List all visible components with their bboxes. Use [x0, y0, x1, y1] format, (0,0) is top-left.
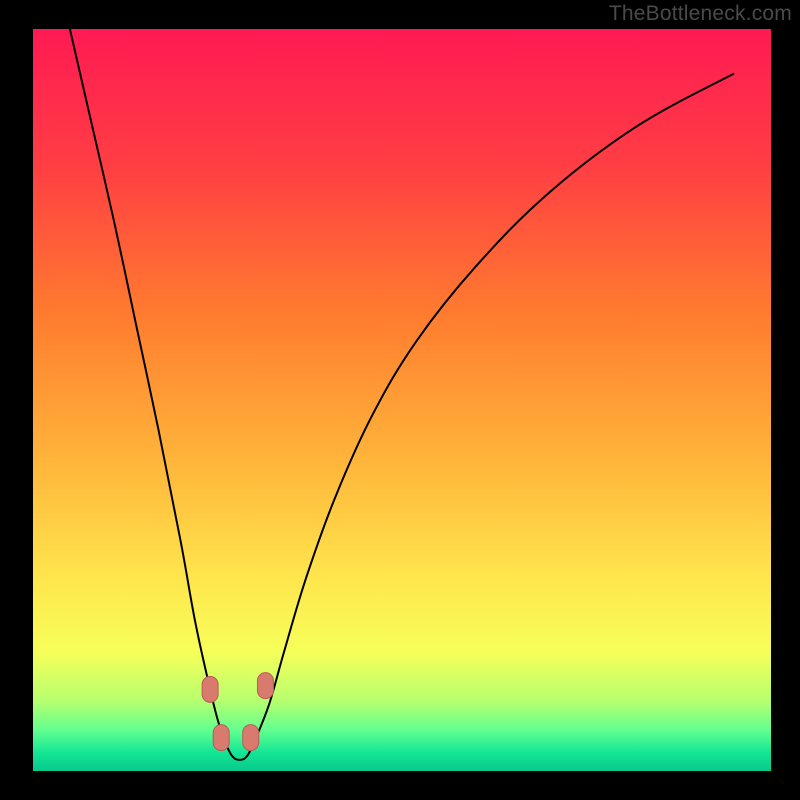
- curve-marker: [202, 676, 218, 702]
- chart-frame: TheBottleneck.com: [0, 0, 800, 800]
- bottleneck-plot: [33, 29, 771, 771]
- curve-marker: [257, 673, 273, 699]
- curve-marker: [213, 725, 229, 751]
- curve-marker: [243, 725, 259, 751]
- watermark-text: TheBottleneck.com: [609, 2, 792, 26]
- gradient-background: [33, 29, 771, 771]
